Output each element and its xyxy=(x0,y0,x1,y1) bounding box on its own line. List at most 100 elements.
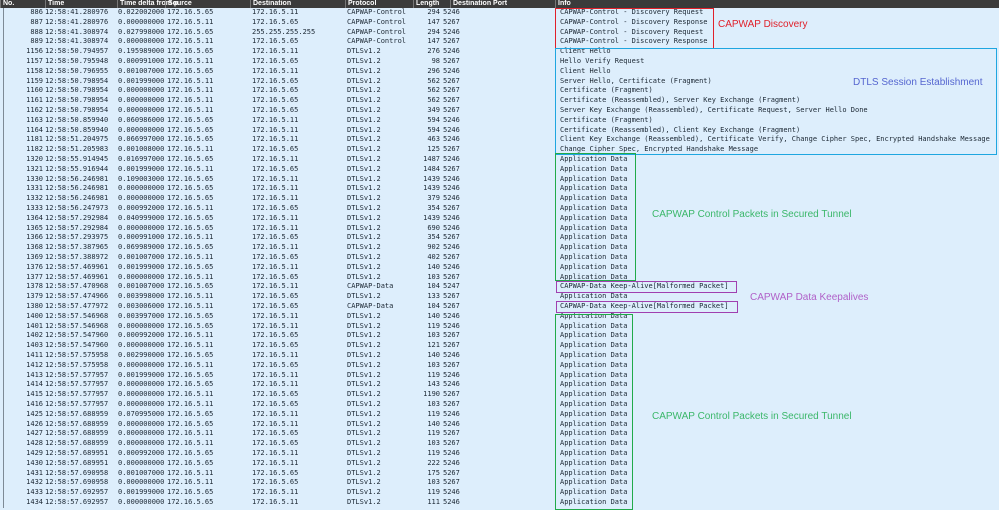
cell-destination: 172.16.5.65 xyxy=(252,57,299,65)
packet-row[interactable]: 1331 12:58:56.246981 0.000000000 172.16.5.6… xyxy=(0,184,999,194)
packet-row[interactable]: 1415 12:58:57.577957 0.000000000 172.16.5.1… xyxy=(0,390,999,400)
packet-row[interactable]: 1376 12:58:57.469961 0.001999000 172.16.5.6… xyxy=(0,263,999,273)
cell-source: 172.16.5.65 xyxy=(167,488,214,497)
cell-time: 12:58:41.308974 xyxy=(45,27,109,36)
packet-row[interactable]: 1414 12:58:57.577957 0.000000000 172.16.5.6… xyxy=(0,380,999,390)
cell-protocol: DTLSv1.2 xyxy=(347,311,381,320)
cell-destination-port: 5267 xyxy=(443,390,460,399)
cell-destination: 172.16.5.65 xyxy=(252,302,299,310)
cell-time-delta: 0.000000000 xyxy=(118,478,165,487)
cell-source: 172.16.5.11 xyxy=(167,360,214,369)
packet-row[interactable]: 1330 12:58:56.246981 0.109003000 172.16.5.6… xyxy=(0,175,999,185)
packet-row[interactable]: 1365 12:58:57.292984 0.000000000 172.16.5.6… xyxy=(0,224,999,234)
cell-source: 172.16.5.11 xyxy=(167,145,214,154)
packet-row[interactable]: 1400 12:58:57.546968 0.003997000 172.16.5.6… xyxy=(0,312,999,322)
cell-time-delta: 0.000000000 xyxy=(118,194,165,203)
cell-destination: 172.16.5.11 xyxy=(252,184,299,193)
cell-protocol: DTLSv1.2 xyxy=(347,243,381,252)
cell-time-delta: 0.001999000 xyxy=(118,370,165,379)
packet-row[interactable]: 1412 12:58:57.575958 0.000000000 172.16.5.1… xyxy=(0,361,999,371)
cell-destination: 172.16.5.11 xyxy=(252,8,299,16)
cell-destination-port: 5267 xyxy=(443,57,460,65)
packet-row[interactable]: 887 12:58:41.280976 0.000000000 172.16.5.11… xyxy=(0,18,999,28)
cell-time-delta: 0.000000000 xyxy=(118,498,165,506)
cell-time-delta: 0.001007000 xyxy=(118,66,165,75)
packet-row[interactable]: 1430 12:58:57.689951 0.000000000 172.16.5.6… xyxy=(0,459,999,469)
control-tunnel-box-1 xyxy=(555,153,636,281)
cell-protocol: DTLSv1.2 xyxy=(347,498,381,506)
cell-no: 1434 xyxy=(26,498,43,506)
packet-row[interactable]: 1434 12:58:57.692957 0.000000000 172.16.5.6… xyxy=(0,498,999,508)
cell-no: 1376 xyxy=(26,262,43,271)
cell-source: 172.16.5.11 xyxy=(167,292,214,301)
packet-row[interactable]: 1416 12:58:57.577957 0.000000000 172.16.5.1… xyxy=(0,400,999,410)
packet-row[interactable]: 1366 12:58:57.293975 0.000991000 172.16.5.1… xyxy=(0,233,999,243)
cell-time: 12:58:41.280976 xyxy=(45,8,109,16)
cell-protocol: DTLSv1.2 xyxy=(347,194,381,203)
packet-row[interactable]: 1428 12:58:57.688959 0.000000000 172.16.5.1… xyxy=(0,439,999,449)
cell-no: 889 xyxy=(30,37,43,46)
packet-row[interactable]: 1368 12:58:57.387965 0.069989000 172.16.5.6… xyxy=(0,243,999,253)
column-header-length[interactable]: Length xyxy=(413,0,439,8)
column-header-destination-port[interactable]: Destination Port xyxy=(450,0,507,8)
cell-destination: 172.16.5.65 xyxy=(252,341,299,350)
packet-row[interactable]: 1413 12:58:57.577957 0.001999000 172.16.5.6… xyxy=(0,371,999,381)
cell-source: 172.16.5.11 xyxy=(167,57,214,65)
cell-destination-port: 5267 xyxy=(443,145,460,154)
cell-no: 1159 xyxy=(26,76,43,85)
column-header-info[interactable]: Info xyxy=(555,0,571,8)
cell-destination-port: 5267 xyxy=(443,468,460,477)
column-header-destination[interactable]: Destination xyxy=(250,0,291,8)
cell-source: 172.16.5.11 xyxy=(167,468,214,477)
packet-row[interactable]: 888 12:58:41.308974 0.027998000 172.16.5.65… xyxy=(0,28,999,38)
cell-destination: 172.16.5.65 xyxy=(252,360,299,369)
cell-destination: 172.16.5.11 xyxy=(252,243,299,252)
cell-time-delta: 0.060986000 xyxy=(118,115,165,124)
cell-destination-port: 5247 xyxy=(443,282,460,291)
cell-time: 12:58:50.794957 xyxy=(45,47,109,56)
packet-row[interactable]: 1432 12:58:57.690958 0.000000000 172.16.5.1… xyxy=(0,478,999,488)
cell-destination-port: 5246 xyxy=(443,27,460,36)
column-header-source[interactable]: Source xyxy=(165,0,192,8)
packet-row[interactable]: 1321 12:58:55.916944 0.001999000 172.16.5.1… xyxy=(0,165,999,175)
cell-destination-port: 5267 xyxy=(443,341,460,350)
packet-row[interactable]: 1431 12:58:57.690958 0.001007000 172.16.5.1… xyxy=(0,469,999,479)
packet-row[interactable]: 1403 12:58:57.547960 0.000000000 172.16.5.1… xyxy=(0,341,999,351)
cell-source: 172.16.5.65 xyxy=(167,194,214,203)
cell-length: 103 xyxy=(427,478,440,487)
packet-row[interactable]: 1401 12:58:57.546968 0.000000000 172.16.5.6… xyxy=(0,322,999,332)
cell-source: 172.16.5.65 xyxy=(167,311,214,320)
packet-row[interactable]: 1377 12:58:57.469961 0.000000000 172.16.5.1… xyxy=(0,273,999,283)
packet-row[interactable]: 1433 12:58:57.692957 0.001999000 172.16.5.6… xyxy=(0,488,999,498)
cell-protocol: DTLSv1.2 xyxy=(347,409,381,418)
cell-destination: 172.16.5.11 xyxy=(252,409,299,418)
column-header-protocol[interactable]: Protocol xyxy=(345,0,376,8)
packet-row[interactable]: 1429 12:58:57.689951 0.000992000 172.16.5.6… xyxy=(0,449,999,459)
cell-protocol: DTLSv1.2 xyxy=(347,439,381,448)
cell-length: 140 xyxy=(427,311,440,320)
cell-destination-port: 5267 xyxy=(443,253,460,261)
packet-row[interactable]: 1427 12:58:57.688959 0.000000000 172.16.5.1… xyxy=(0,429,999,439)
packet-row[interactable]: 1380 12:58:57.477972 0.003006000 172.16.5.1… xyxy=(0,302,999,312)
cell-destination: 172.16.5.65 xyxy=(252,439,299,448)
packet-row[interactable]: 886 12:58:41.280976 0.022002000 172.16.5.65… xyxy=(0,8,999,18)
packet-row[interactable]: 1411 12:58:57.575958 0.002990000 172.16.5.6… xyxy=(0,351,999,361)
cell-destination: 172.16.5.65 xyxy=(252,96,299,105)
cell-time: 12:58:57.688959 xyxy=(45,439,109,448)
packet-row[interactable]: 1332 12:58:56.246981 0.000000000 172.16.5.6… xyxy=(0,194,999,204)
cell-destination: 172.16.5.65 xyxy=(252,145,299,154)
cell-time: 12:58:50.798954 xyxy=(45,106,109,114)
cell-protocol: DTLSv1.2 xyxy=(347,341,381,350)
packet-row[interactable]: 1378 12:58:57.470968 0.001007000 172.16.5.6… xyxy=(0,282,999,292)
column-header-no[interactable]: No. xyxy=(0,0,14,8)
packet-row[interactable]: 1402 12:58:57.547960 0.000992000 172.16.5.1… xyxy=(0,331,999,341)
packet-row[interactable]: 1320 12:58:55.914945 0.016997000 172.16.5.6… xyxy=(0,155,999,165)
cell-protocol: DTLSv1.2 xyxy=(347,233,381,242)
column-header-time[interactable]: Time xyxy=(45,0,64,8)
packet-row[interactable]: 1369 12:58:57.388972 0.001007000 172.16.5.1… xyxy=(0,253,999,263)
cell-destination-port: 5246 xyxy=(443,262,460,271)
dtls-highlight-box xyxy=(555,48,997,155)
cell-source: 172.16.5.65 xyxy=(167,458,214,467)
cell-length: 103 xyxy=(427,439,440,448)
packet-row[interactable]: 889 12:58:41.308974 0.000000000 172.16.5.11… xyxy=(0,37,999,47)
